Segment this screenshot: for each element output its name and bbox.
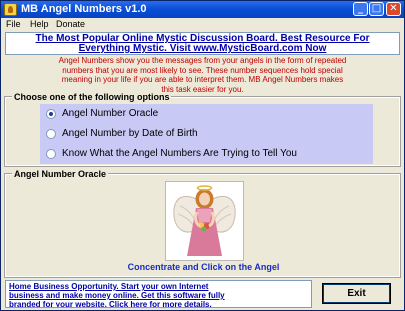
intro-line-1: Angel Numbers show you the messages from… — [58, 56, 347, 65]
menu-donate[interactable]: Donate — [56, 19, 85, 29]
oracle-caption[interactable]: Concentrate and Click on the Angel — [6, 262, 401, 272]
menu-help[interactable]: Help — [30, 19, 49, 29]
intro-text: Angel Numbers show you the messages from… — [5, 56, 400, 94]
angel-icon — [173, 185, 236, 256]
menu-bar: File Help Donate — [1, 18, 404, 31]
options-group: Choose one of the following options Ange… — [4, 92, 401, 167]
app-window: MB Angel Numbers v1.0 _ □ ✕ File Help Do… — [0, 0, 405, 311]
options-legend: Choose one of the following options — [12, 92, 172, 102]
minimize-button[interactable]: _ — [353, 2, 368, 16]
close-button[interactable]: ✕ — [386, 2, 401, 16]
angel-image-button[interactable] — [165, 181, 244, 261]
radio-selected-icon[interactable] — [46, 109, 56, 119]
banner-line-2: Everything Mystic. Visit www.MysticBoard… — [78, 43, 327, 54]
footer-line-2: business and make money online. Get this… — [9, 291, 225, 300]
title-bar[interactable]: MB Angel Numbers v1.0 _ □ ✕ — [1, 1, 404, 18]
footer-line-3: branded for your website. Click here for… — [9, 300, 212, 308]
intro-line-2: numbers that you are most likely to see.… — [62, 65, 343, 75]
angel-app-icon — [4, 3, 17, 16]
menu-file[interactable]: File — [6, 19, 21, 29]
radio-icon[interactable] — [46, 129, 56, 139]
mysticboard-banner-link[interactable]: The Most Popular Online Mystic Discussio… — [5, 32, 400, 55]
oracle-legend: Angel Number Oracle — [12, 169, 109, 179]
options-panel: Angel Number Oracle Angel Number by Date… — [40, 104, 373, 164]
option-label: Angel Number Oracle — [62, 108, 159, 119]
option-label: Know What the Angel Numbers Are Trying t… — [62, 148, 297, 159]
maximize-button[interactable]: □ — [369, 2, 384, 16]
window-title: MB Angel Numbers v1.0 — [21, 3, 147, 15]
radio-icon[interactable] — [46, 149, 56, 159]
option-label: Angel Number by Date of Birth — [62, 128, 198, 139]
exit-button[interactable]: Exit — [322, 283, 391, 304]
footer-line-1: Home Business Opportunity. Start your ow… — [9, 282, 209, 291]
home-business-link[interactable]: Home Business Opportunity. Start your ow… — [5, 280, 312, 308]
intro-line-3: meaning in your life if you are able to … — [61, 75, 344, 84]
oracle-group: Angel Number Oracle Concentrate and Clic… — [4, 169, 401, 278]
